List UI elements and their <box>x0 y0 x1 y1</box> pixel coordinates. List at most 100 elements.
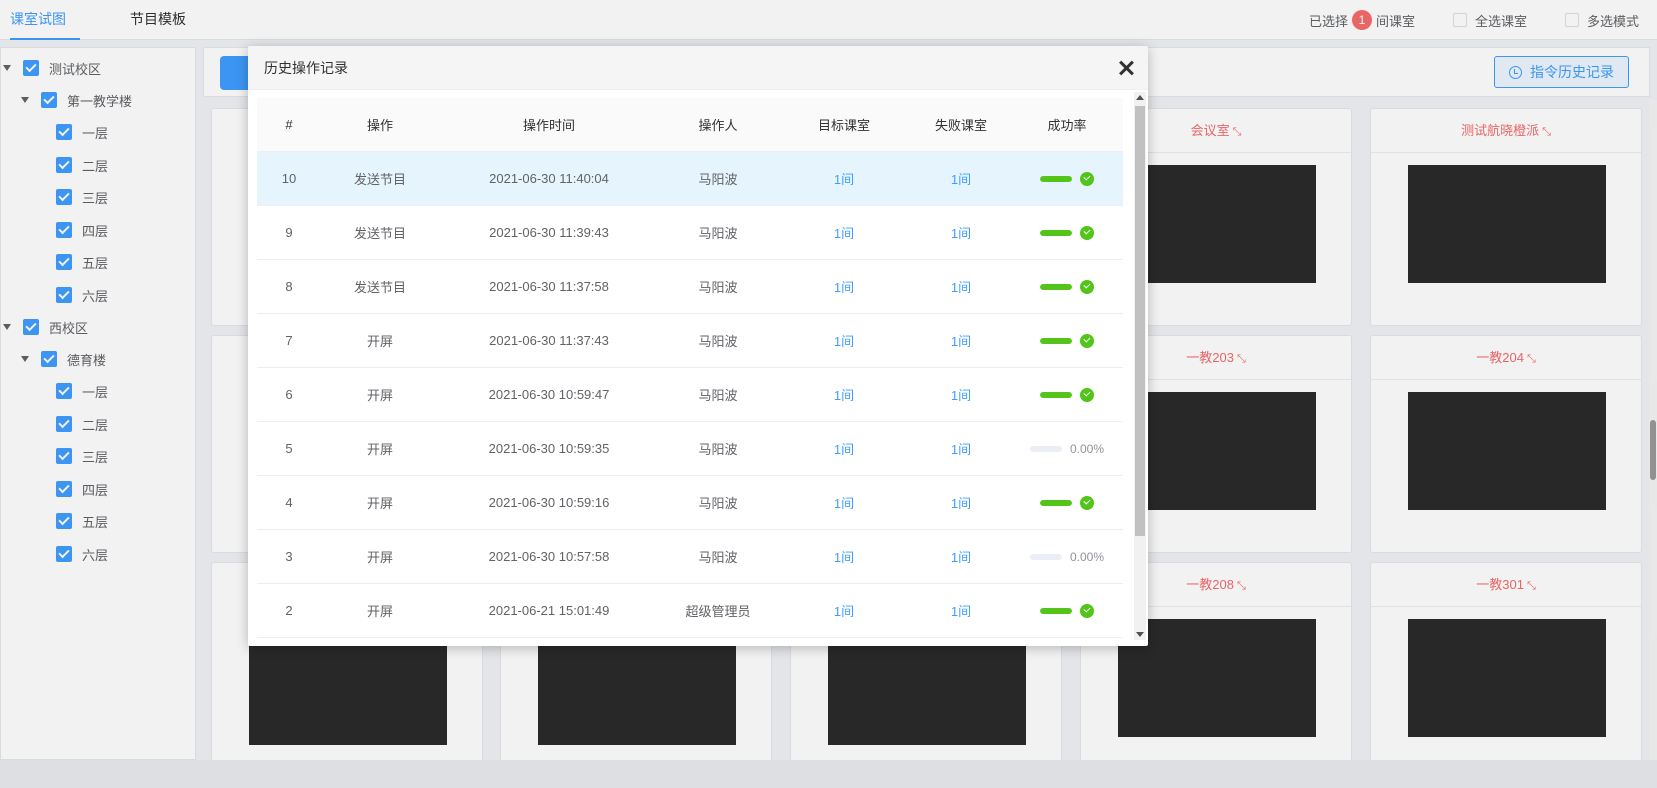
row-index: 10 <box>281 171 297 186</box>
target-room-link[interactable]: 1间 <box>777 439 911 458</box>
check-circle-icon <box>1080 279 1094 294</box>
failed-room-link[interactable]: 1间 <box>911 169 1011 188</box>
column-header: 目标课室 <box>817 118 870 133</box>
table-row[interactable]: 4 开屏 2021-06-30 10:59:16 马阳波 1间 1间 <box>257 476 1123 530</box>
row-index: 9 <box>285 225 293 240</box>
check-circle-icon <box>1080 603 1094 618</box>
success-rate: 0.00% <box>1011 442 1123 456</box>
table-row[interactable]: 2 开屏 2021-06-21 15:01:49 超级管理员 1间 1间 <box>257 584 1123 638</box>
failed-room-link[interactable]: 1间 <box>911 547 1011 566</box>
row-time: 2021-06-30 11:37:43 <box>489 333 609 348</box>
row-operation: 开屏 <box>366 334 393 349</box>
row-index: 3 <box>285 549 293 564</box>
column-header: 失败课室 <box>934 118 987 133</box>
success-rate <box>1011 387 1123 402</box>
progress-fill <box>1040 607 1072 614</box>
row-operator: 马阳波 <box>698 496 738 511</box>
row-index: 6 <box>285 387 293 402</box>
progress-fill <box>1040 499 1072 506</box>
progress-fill <box>1040 337 1072 344</box>
target-room-link[interactable]: 1间 <box>777 223 911 242</box>
row-operation: 开屏 <box>366 604 393 619</box>
scrollbar-thumb[interactable] <box>1135 106 1145 536</box>
success-rate <box>1011 603 1123 618</box>
history-table: # 操作 操作时间 操作人 目标课室 失败课室 成功率 10 发送节目 2021-0… <box>257 98 1123 638</box>
target-room-link[interactable]: 1间 <box>777 385 911 404</box>
column-header: 操作 <box>366 118 393 133</box>
row-time: 2021-06-30 10:59:47 <box>488 387 610 402</box>
close-icon[interactable] <box>1116 58 1136 78</box>
table-row[interactable]: 6 开屏 2021-06-30 10:59:47 马阳波 1间 1间 <box>257 368 1123 422</box>
check-circle-icon <box>1080 495 1094 510</box>
scroll-up-arrow-icon[interactable] <box>1136 95 1144 100</box>
dialog-scrollbar[interactable] <box>1134 92 1146 640</box>
row-operator: 马阳波 <box>698 334 738 349</box>
row-index: 7 <box>285 333 293 348</box>
check-circle-icon <box>1080 171 1094 186</box>
table-body: 10 发送节目 2021-06-30 11:40:04 马阳波 1间 1间 9 发送节目 202… <box>257 152 1123 638</box>
failed-room-link[interactable]: 1间 <box>911 331 1011 350</box>
column-header: 成功率 <box>1047 118 1087 133</box>
rate-text: 0.00% <box>1069 441 1105 456</box>
success-rate <box>1011 333 1123 348</box>
failed-room-link[interactable]: 1间 <box>911 601 1011 620</box>
dialog-title: 历史操作记录 <box>264 60 348 76</box>
table-row[interactable]: 7 开屏 2021-06-30 11:37:43 马阳波 1间 1间 <box>257 314 1123 368</box>
success-rate <box>1011 495 1123 510</box>
table-row[interactable]: 5 开屏 2021-06-30 10:59:35 马阳波 1间 1间 0.00% <box>257 422 1123 476</box>
row-time: 2021-06-30 11:37:58 <box>489 279 609 294</box>
failed-room-link[interactable]: 1间 <box>911 223 1011 242</box>
row-operator: 超级管理员 <box>685 604 751 619</box>
row-time: 2021-06-30 10:59:16 <box>488 495 610 510</box>
progress-fill <box>1040 229 1072 236</box>
row-operation: 开屏 <box>366 550 393 565</box>
row-operator: 马阳波 <box>698 442 738 457</box>
target-room-link[interactable]: 1间 <box>777 547 911 566</box>
row-index: 4 <box>285 495 293 510</box>
row-operator: 马阳波 <box>698 172 738 187</box>
progress-bar <box>1029 553 1062 560</box>
target-room-link[interactable]: 1间 <box>777 601 911 620</box>
target-room-link[interactable]: 1间 <box>777 277 911 296</box>
progress-bar <box>1029 445 1062 452</box>
table-row[interactable]: 8 发送节目 2021-06-30 11:37:58 马阳波 1间 1间 <box>257 260 1123 314</box>
table-row[interactable]: 9 发送节目 2021-06-30 11:39:43 马阳波 1间 1间 <box>257 206 1123 260</box>
check-circle-icon <box>1080 387 1094 402</box>
row-time: 2021-06-30 10:57:58 <box>488 549 610 564</box>
success-rate <box>1011 225 1123 240</box>
progress-bar <box>1040 607 1072 614</box>
scroll-down-arrow-icon[interactable] <box>1136 632 1144 637</box>
row-time: 2021-06-21 15:01:49 <box>488 603 610 618</box>
row-time: 2021-06-30 11:40:04 <box>489 171 609 186</box>
failed-room-link[interactable]: 1间 <box>911 385 1011 404</box>
column-header: # <box>285 117 293 132</box>
row-operation: 开屏 <box>366 442 393 457</box>
progress-fill <box>1040 391 1072 398</box>
table-row[interactable]: 10 发送节目 2021-06-30 11:40:04 马阳波 1间 1间 <box>257 152 1123 206</box>
progress-bar <box>1040 337 1072 344</box>
row-time: 2021-06-30 11:39:43 <box>489 225 609 240</box>
table-row[interactable]: 3 开屏 2021-06-30 10:57:58 马阳波 1间 1间 0.00% <box>257 530 1123 584</box>
progress-bar <box>1040 283 1072 290</box>
row-operation: 开屏 <box>366 496 393 511</box>
row-operation: 发送节目 <box>353 226 406 241</box>
row-operation: 发送节目 <box>353 172 406 187</box>
row-operation: 开屏 <box>366 388 393 403</box>
target-room-link[interactable]: 1间 <box>777 331 911 350</box>
history-dialog: 历史操作记录 # 操作 操作时间 操作人 目标课室 失败课室 成功率 10 发送节… <box>248 46 1148 646</box>
failed-room-link[interactable]: 1间 <box>911 277 1011 296</box>
success-rate <box>1011 171 1123 186</box>
target-room-link[interactable]: 1间 <box>777 493 911 512</box>
row-operation: 发送节目 <box>353 280 406 295</box>
row-operator: 马阳波 <box>698 226 738 241</box>
check-circle-icon <box>1080 333 1094 348</box>
dialog-header: 历史操作记录 <box>248 46 1148 90</box>
failed-room-link[interactable]: 1间 <box>911 493 1011 512</box>
target-room-link[interactable]: 1间 <box>777 169 911 188</box>
check-circle-icon <box>1080 225 1094 240</box>
progress-fill <box>1040 175 1072 182</box>
table-header-row: # 操作 操作时间 操作人 目标课室 失败课室 成功率 <box>257 98 1123 152</box>
failed-room-link[interactable]: 1间 <box>911 439 1011 458</box>
progress-fill <box>1040 283 1072 290</box>
row-index: 8 <box>285 279 293 294</box>
